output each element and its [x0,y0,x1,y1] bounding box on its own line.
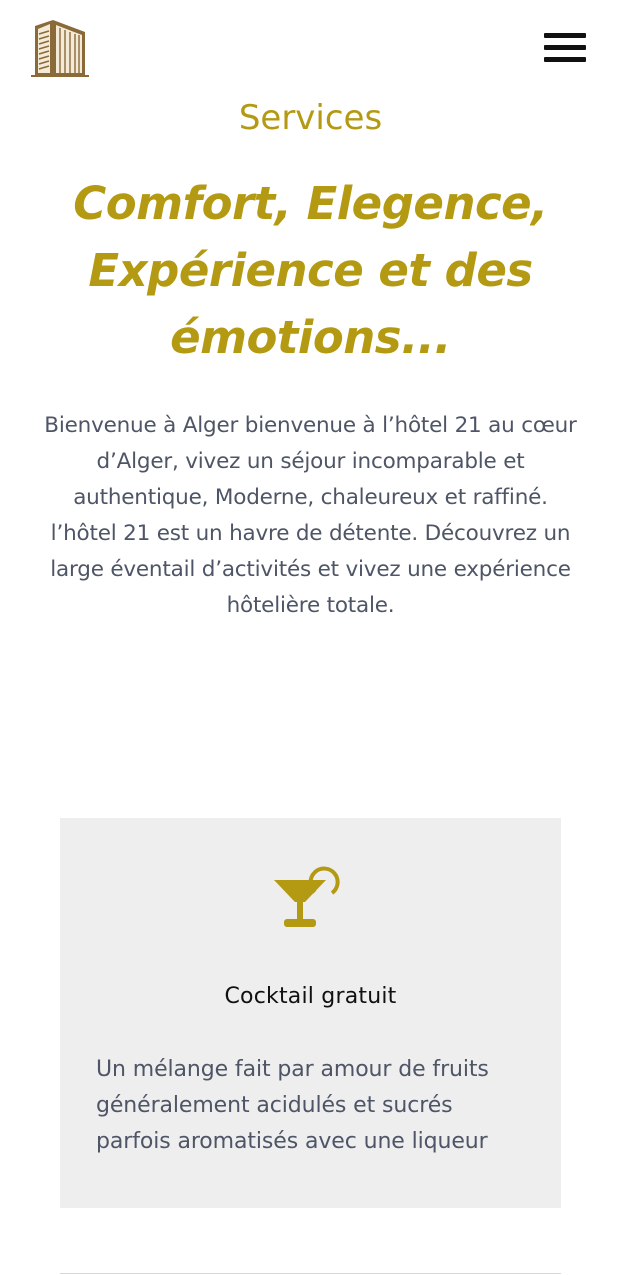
menu-bar-bottom [544,57,586,62]
cocktail-icon [274,866,340,927]
menu-bar-top [544,33,586,38]
section-divider [60,1273,561,1274]
services-headline: Comfort, Elegence, Expérience et des émo… [20,170,601,371]
headline-line: Comfort, Elegence, [73,177,548,230]
intro-line: l’hôtel 21 est un havre de détente. Déco… [50,521,571,546]
hamburger-menu-icon[interactable] [544,33,586,63]
services-intro: Bienvenue à Alger bienvenue à l’hôtel 21… [24,408,597,624]
headline-line: Expérience et des [88,244,533,297]
service-card-cocktail: Cocktail gratuit Un mélange fait par amo… [60,818,561,1208]
card-description: Un mélange fait par amour de fruits géné… [96,1052,534,1160]
intro-line: Bienvenue à Alger bienvenue à l’hôtel 21… [44,413,577,438]
card-description-line: Un mélange fait par amour de fruits [96,1057,489,1082]
menu-bar-middle [544,45,586,50]
intro-line: authentique, Moderne, chaleureux et raff… [73,485,548,510]
page: Services Comfort, Elegence, Expérience e… [0,0,621,1275]
intro-line: large éventail d’activités et vivez une … [50,557,571,582]
hotel-building-logo[interactable] [31,18,89,78]
card-description-line: parfois aromatisés avec une liqueur [96,1129,488,1154]
intro-line: hôtelière totale. [226,593,395,618]
intro-line: d’Alger, vivez un séjour incomparable et [96,449,525,474]
headline-line: émotions... [170,311,451,364]
card-description-line: généralement acidulés et sucrés [96,1093,453,1118]
section-label-services: Services [238,98,383,138]
card-title: Cocktail gratuit [224,984,397,1009]
